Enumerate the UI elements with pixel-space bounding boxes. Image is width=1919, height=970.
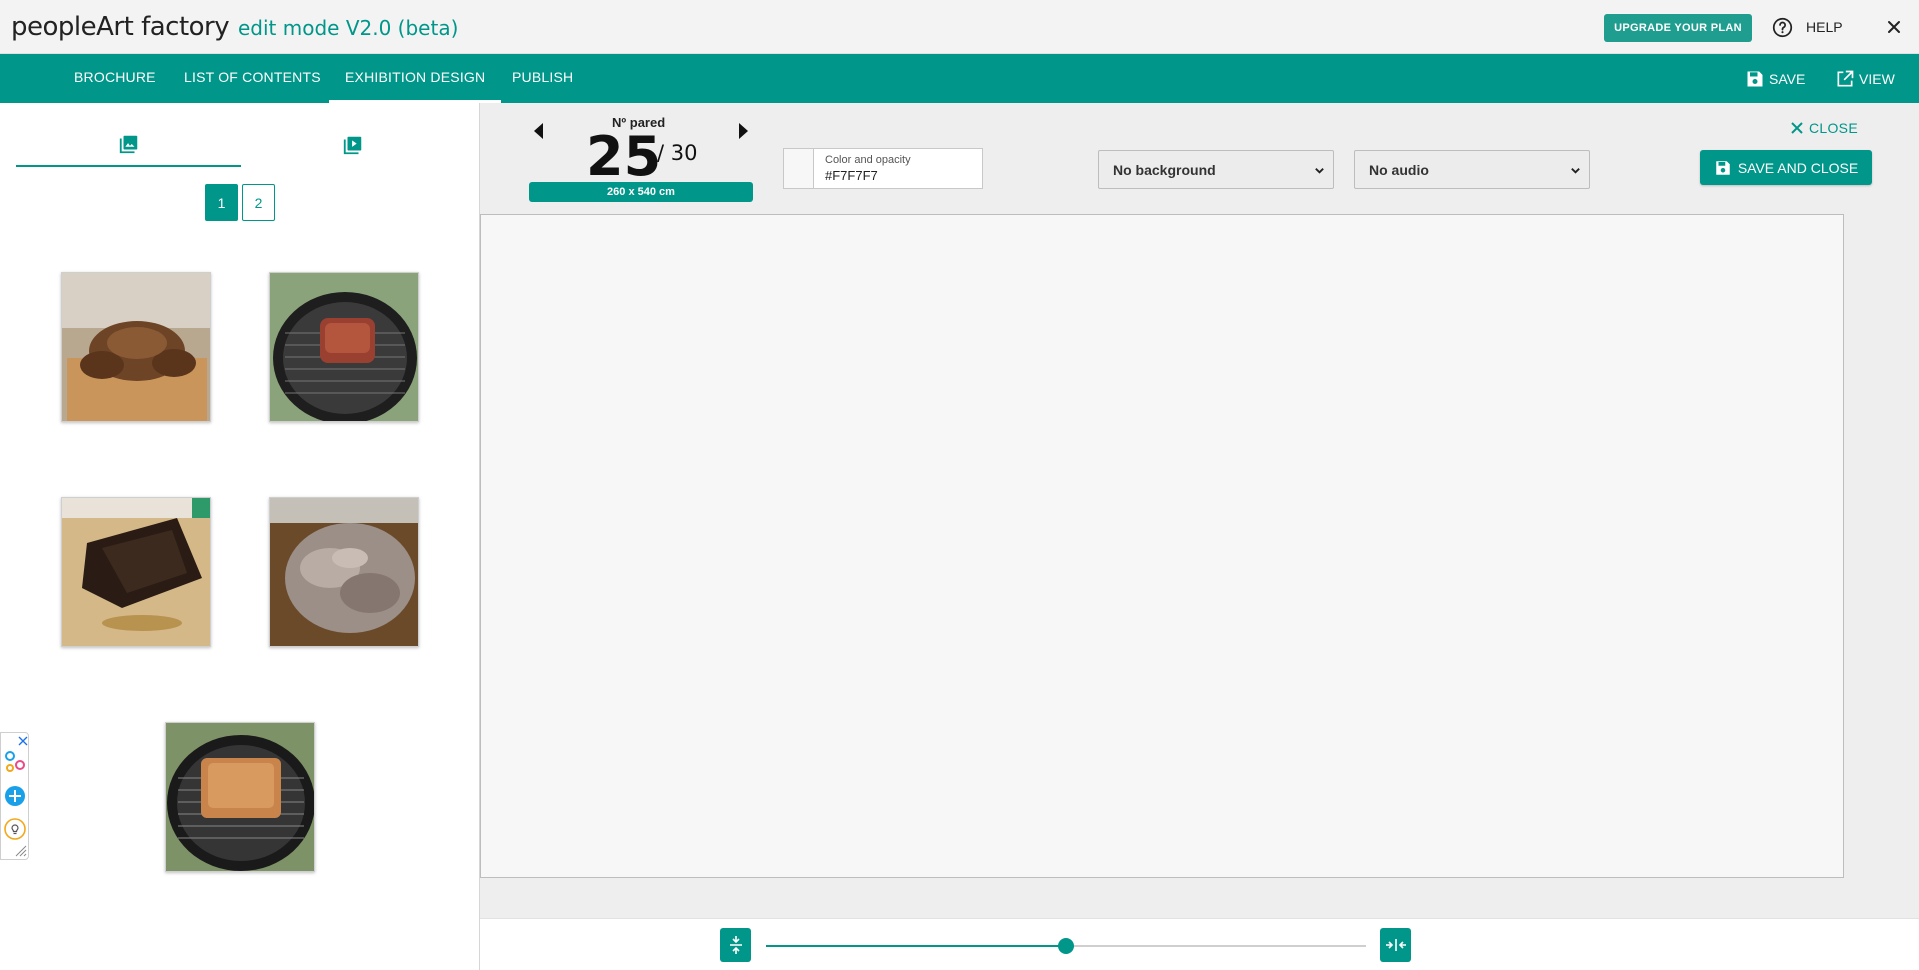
view-label: VIEW	[1859, 71, 1895, 87]
background-select-value: No background	[1113, 161, 1216, 178]
zoom-slider[interactable]	[766, 938, 1366, 954]
video-library-icon	[343, 136, 361, 155]
image-icon	[119, 135, 137, 154]
nav-publish[interactable]: PUBLISH	[512, 54, 573, 103]
save-and-close-button[interactable]: SAVE AND CLOSE	[1700, 150, 1872, 185]
color-value[interactable]: #F7F7F7	[825, 168, 878, 183]
chevron-down-icon	[1571, 168, 1580, 174]
meat-on-grill-photo[interactable]	[269, 272, 419, 422]
close-icon[interactable]	[1884, 17, 1904, 37]
wall-dimensions-badge: 260 x 540 cm	[529, 182, 753, 202]
wall-canvas[interactable]	[480, 214, 1844, 878]
save-and-close-label: SAVE AND CLOSE	[1737, 159, 1859, 176]
color-swatch[interactable]	[784, 149, 814, 188]
widget-close-icon[interactable]	[18, 736, 28, 746]
nav-exhibition-design[interactable]: EXHIBITION DESIGN	[329, 54, 502, 103]
save-label: SAVE	[1769, 71, 1806, 87]
color-opacity-picker[interactable]: Color and opacity #F7F7F7	[783, 148, 983, 189]
add-icon[interactable]	[4, 785, 26, 807]
media-panel: 1 2	[0, 103, 480, 970]
help-icon[interactable]	[1772, 17, 1793, 38]
help-link[interactable]: HELP	[1806, 19, 1843, 35]
color-label: Color and opacity	[825, 154, 911, 166]
chevron-down-icon	[1315, 168, 1324, 174]
brisket-on-board-photo[interactable]	[61, 497, 211, 647]
tab-images[interactable]	[16, 123, 241, 167]
upgrade-plan-button[interactable]: UPGRADE YOUR PLAN	[1604, 14, 1752, 42]
close-editor-link[interactable]: CLOSE	[1790, 120, 1858, 136]
floating-widget[interactable]	[0, 732, 29, 860]
mode-label: edit mode V2.0 (beta)	[238, 16, 459, 40]
close-label: CLOSE	[1809, 120, 1858, 136]
main-nav: BROCHURE LIST OF CONTENTS EXHIBITION DES…	[0, 54, 1919, 103]
view-button[interactable]: VIEW	[1835, 68, 1895, 90]
lightbulb-icon[interactable]	[4, 818, 26, 840]
wall-total: / 30	[657, 141, 698, 165]
save-icon	[1716, 160, 1730, 175]
prev-wall-arrow-icon[interactable]	[532, 122, 544, 140]
compress-horizontal-icon	[1385, 939, 1406, 951]
audio-select[interactable]: No audio	[1354, 150, 1590, 189]
zoom-bar	[480, 918, 1919, 970]
wall-number: 25	[586, 125, 662, 188]
pulled-pork-photo[interactable]	[269, 497, 419, 647]
open-external-icon	[1837, 70, 1854, 87]
save-button[interactable]: SAVE	[1745, 68, 1805, 90]
save-icon	[1747, 71, 1763, 87]
share-icon[interactable]	[4, 749, 26, 773]
pork-on-grill-photo[interactable]	[165, 722, 315, 872]
zoom-fit-height-button[interactable]	[720, 928, 751, 962]
zoom-fit-width-button[interactable]	[1380, 928, 1411, 962]
audio-select-value: No audio	[1369, 161, 1429, 178]
close-icon	[1791, 122, 1803, 134]
resize-handle-icon[interactable]	[15, 845, 27, 857]
zoom-slider-handle[interactable]	[1058, 938, 1074, 954]
zoom-slider-fill	[766, 945, 1066, 947]
nav-brochure[interactable]: BROCHURE	[74, 54, 156, 103]
nav-list-of-contents[interactable]: LIST OF CONTENTS	[184, 54, 321, 103]
grilled-chicken-photo[interactable]	[61, 272, 211, 422]
background-select[interactable]: No background	[1098, 150, 1334, 189]
compress-vertical-icon	[729, 936, 742, 954]
page-button-1[interactable]: 1	[205, 184, 238, 221]
tab-videos[interactable]	[240, 123, 465, 167]
page-button-2[interactable]: 2	[242, 184, 275, 221]
next-wall-arrow-icon[interactable]	[738, 122, 750, 140]
brand-logo[interactable]: peopleArt factory	[11, 12, 230, 42]
top-bar: peopleArt factory edit mode V2.0 (beta) …	[0, 0, 1919, 54]
